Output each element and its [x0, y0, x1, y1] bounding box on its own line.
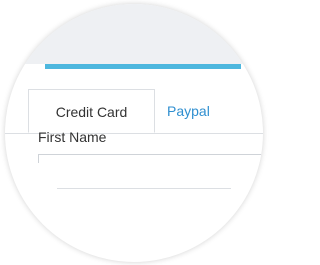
first-name-label: First Name [38, 129, 107, 145]
tab-paypal[interactable]: Paypal [167, 89, 210, 133]
magnified-view: Credit Card Paypal First Name [5, 4, 263, 262]
payment-method-tabs: Credit Card Paypal [5, 89, 263, 134]
header-background [5, 4, 263, 64]
tab-credit-card[interactable]: Credit Card [28, 89, 155, 133]
accent-bar [45, 64, 241, 69]
divider [57, 188, 231, 189]
first-name-field[interactable] [38, 154, 263, 163]
